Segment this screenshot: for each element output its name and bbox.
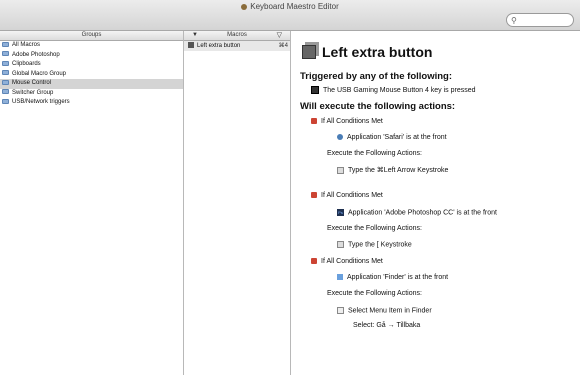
window-title: Keyboard Maestro Editor <box>0 2 580 11</box>
groups-pane: Groups All Macros Adobe Photoshop Clipbo… <box>0 31 184 375</box>
folder-icon <box>2 89 9 95</box>
condition-text: Application 'Adobe Photoshop CC' is at t… <box>348 209 497 217</box>
if-action[interactable]: If All Conditions Met <box>311 258 383 265</box>
condition-row[interactable]: Ps Application 'Adobe Photoshop CC' is at… <box>337 209 497 216</box>
group-item[interactable]: All Macros <box>0 41 183 51</box>
action-row[interactable]: Type the ⌘Left Arrow Keystroke <box>337 166 448 174</box>
title-bar: Keyboard Maestro Editor ⚲ <box>0 0 580 31</box>
folder-icon <box>2 41 9 47</box>
macro-label: Left extra button <box>197 43 241 49</box>
macros-header-label: Macros <box>227 32 247 38</box>
macro-header: Left extra button <box>300 40 580 64</box>
action-detail: Select: Gå → Tillbaka <box>353 322 421 329</box>
actions-heading: Will execute the following actions: <box>300 101 456 112</box>
macro-icon <box>302 45 316 59</box>
search-field[interactable]: ⚲ <box>506 13 574 27</box>
folder-icon <box>2 60 9 66</box>
group-label: Switcher Group <box>12 89 54 96</box>
group-item[interactable]: Adobe Photoshop <box>0 51 183 61</box>
condition-icon <box>311 258 317 265</box>
usb-key-icon <box>311 86 319 94</box>
macros-pane: ▼ Macros ▽ Left extra button ⌘4 <box>184 31 291 375</box>
condition-row[interactable]: Application 'Safari' is at the front <box>337 134 447 141</box>
keystroke-icon <box>337 166 344 174</box>
macro-item[interactable]: Left extra button ⌘4 <box>184 41 290 51</box>
condition-icon <box>311 192 317 199</box>
execute-label: Execute the Following Actions: <box>327 225 422 232</box>
group-item[interactable]: Switcher Group <box>0 89 183 99</box>
safari-icon <box>337 134 343 141</box>
group-item[interactable]: USB/Network triggers <box>0 98 183 108</box>
condition-text: Application 'Finder' is at the front <box>347 274 449 281</box>
group-item[interactable]: Global Macro Group <box>0 70 183 80</box>
action-row[interactable]: Select Menu Item in Finder <box>337 307 432 314</box>
group-label: Global Macro Group <box>12 70 67 77</box>
condition-text: Application 'Safari' is at the front <box>347 134 447 141</box>
if-label: If All Conditions Met <box>321 192 383 199</box>
folder-icon <box>2 98 9 104</box>
group-item-selected[interactable]: Mouse Control <box>0 79 183 89</box>
group-label: Clipboards <box>12 61 41 67</box>
folder-icon <box>2 79 9 85</box>
if-action[interactable]: If All Conditions Met <box>311 192 383 199</box>
action-text: Type the [ Keystroke <box>348 241 412 249</box>
macro-shortcut: ⌘4 <box>278 43 288 49</box>
execute-label: Execute the Following Actions: <box>327 150 422 157</box>
search-icon: ⚲ <box>511 16 517 25</box>
filter-icon[interactable]: ▽ <box>277 31 282 40</box>
photoshop-icon: Ps <box>337 209 344 216</box>
condition-icon <box>311 118 317 125</box>
editor-pane: Left extra button Triggered by any of th… <box>291 31 580 375</box>
execute-label: Execute the Following Actions: <box>327 290 422 297</box>
folder-icon <box>2 70 9 76</box>
folder-icon <box>2 51 9 57</box>
trigger-row[interactable]: The USB Gaming Mouse Button 4 key is pre… <box>311 86 476 94</box>
action-text: Type the ⌘Left Arrow Keystroke <box>348 167 449 174</box>
condition-row[interactable]: Application 'Finder' is at the front <box>337 274 448 281</box>
menu-item-icon <box>337 307 344 314</box>
group-label: USB/Network triggers <box>12 99 70 105</box>
action-row[interactable]: Type the [ Keystroke <box>337 241 412 248</box>
macro-name[interactable]: Left extra button <box>322 44 432 60</box>
window-title-text: Keyboard Maestro Editor <box>250 2 339 11</box>
group-label: Adobe Photoshop <box>12 51 60 58</box>
if-action[interactable]: If All Conditions Met <box>311 118 383 125</box>
action-text: Select Menu Item in Finder <box>348 307 432 315</box>
sort-icon[interactable]: ▼ <box>192 31 198 40</box>
macros-header: ▼ Macros ▽ <box>184 31 290 41</box>
keystroke-icon <box>337 241 344 248</box>
group-label: Mouse Control <box>12 80 52 86</box>
macro-editor: Left extra button <box>300 40 580 64</box>
macro-icon <box>188 42 194 49</box>
groups-header: Groups <box>0 31 183 41</box>
group-item[interactable]: Clipboards <box>0 60 183 70</box>
if-label: If All Conditions Met <box>321 258 383 265</box>
group-label: All Macros <box>12 42 41 48</box>
finder-icon <box>337 274 343 281</box>
triggers-heading: Triggered by any of the following: <box>300 71 453 82</box>
if-label: If All Conditions Met <box>321 118 383 125</box>
app-icon <box>241 3 248 10</box>
trigger-text: The USB Gaming Mouse Button 4 key is pre… <box>323 86 476 94</box>
